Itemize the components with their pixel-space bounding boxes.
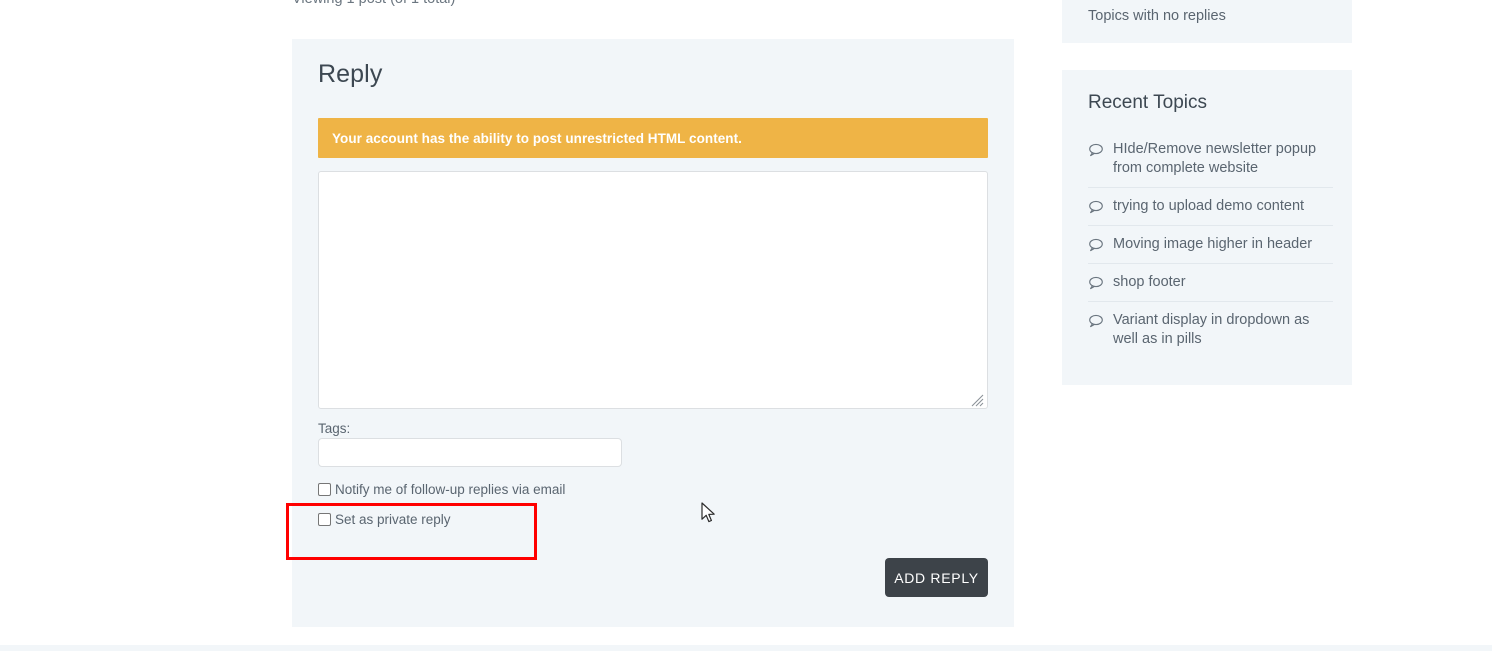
recent-topic-label[interactable]: trying to upload demo content [1113, 197, 1304, 216]
comment-bubble-icon [1088, 313, 1104, 329]
widget-topics-no-replies: Topics with no replies [1062, 0, 1352, 43]
recent-topics-list: HIde/Remove newsletter popup from comple… [1088, 131, 1333, 358]
sidebar-link-topics-with-no-replies[interactable]: Topics with no replies [1088, 8, 1226, 24]
private-reply-label: Set as private reply [335, 512, 451, 527]
reply-body-textarea[interactable] [318, 171, 988, 409]
recent-topic-label[interactable]: shop footer [1113, 273, 1186, 292]
comment-bubble-icon [1088, 237, 1104, 253]
page-footer-band [0, 645, 1492, 651]
recent-topic-label[interactable]: Variant display in dropdown as well as i… [1113, 311, 1333, 349]
reply-form-card: Reply Your account has the ability to po… [286, 39, 1014, 627]
notify-followup-checkbox[interactable] [318, 483, 331, 496]
private-reply-checkbox[interactable] [318, 513, 331, 526]
list-item[interactable]: shop footer [1088, 264, 1333, 302]
list-item[interactable]: trying to upload demo content [1088, 188, 1333, 226]
comment-bubble-icon [1088, 199, 1104, 215]
viewing-post-count: Viewing 1 post (of 1 total) [292, 0, 455, 7]
widget-recent-topics: Recent Topics HIde/Remove newsletter pop… [1062, 70, 1352, 385]
private-reply-row[interactable]: Set as private reply [318, 512, 451, 527]
notify-followup-label: Notify me of follow-up replies via email [335, 482, 566, 497]
reply-form-title: Reply [318, 60, 383, 88]
recent-topic-label[interactable]: Moving image higher in header [1113, 235, 1312, 254]
add-reply-button[interactable]: ADD REPLY [885, 558, 988, 597]
recent-topic-label[interactable]: HIde/Remove newsletter popup from comple… [1113, 140, 1333, 178]
list-item[interactable]: Moving image higher in header [1088, 226, 1333, 264]
list-item[interactable]: HIde/Remove newsletter popup from comple… [1088, 131, 1333, 188]
list-item[interactable]: Variant display in dropdown as well as i… [1088, 302, 1333, 358]
notify-followup-row[interactable]: Notify me of follow-up replies via email [318, 482, 565, 497]
html-permission-notice-text: Your account has the ability to post unr… [332, 130, 742, 146]
tags-label: Tags: [318, 421, 351, 436]
comment-bubble-icon [1088, 142, 1104, 158]
comment-bubble-icon [1088, 275, 1104, 291]
page-root: Viewing 1 post (of 1 total) Reply Your a… [0, 0, 1492, 651]
recent-topics-title: Recent Topics [1088, 92, 1207, 113]
html-permission-notice: Your account has the ability to post unr… [318, 118, 988, 158]
tags-input[interactable] [318, 438, 622, 467]
